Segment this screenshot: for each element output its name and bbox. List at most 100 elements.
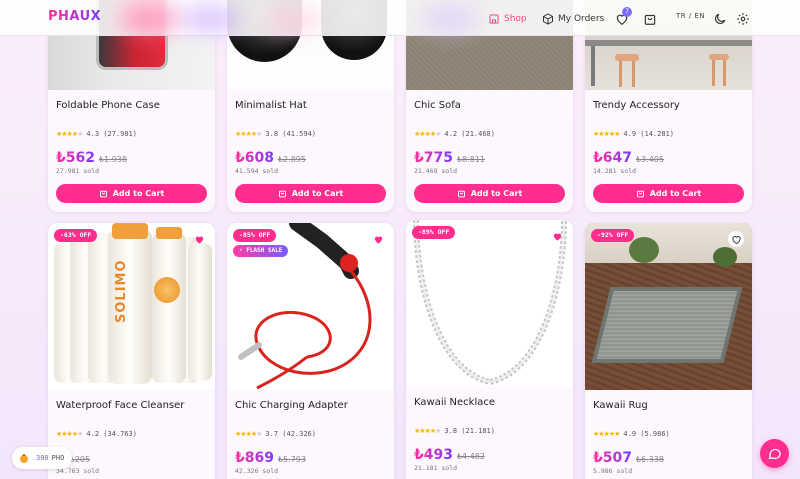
add-to-cart-button[interactable]: Add to Cart — [593, 184, 744, 203]
discount-badge: -63% OFF — [54, 229, 98, 242]
product-sold-count: 41.594 sold — [235, 167, 279, 175]
product-price: ₺869 — [235, 450, 274, 466]
product-rating: ★★★★★ 3.8 (21.181) — [414, 427, 495, 435]
cart-icon — [99, 190, 107, 198]
product-price-row: ₺562 ₺1.938 — [56, 147, 127, 166]
product-sold-count: 14.281 sold — [593, 167, 637, 175]
product-rating: ★★★★★ 4.9 (14.281) — [593, 130, 674, 138]
top-header: PHAUX Shop My Orders 7 TR / EN — [0, 0, 800, 36]
discount-badge: -89% OFF — [412, 226, 456, 239]
product-image[interactable] — [585, 223, 752, 390]
brand-logo[interactable]: PHAUX — [48, 9, 101, 24]
add-to-cart-button[interactable]: Add to Cart — [414, 184, 565, 203]
nav-shop-label: Shop — [504, 14, 527, 24]
product-rating: ★★★★★ 4.2 (21.468) — [414, 130, 495, 138]
gear-icon — [737, 13, 749, 25]
wishlist-toggle[interactable] — [549, 228, 565, 244]
discount-badge: -92% OFF — [591, 229, 635, 242]
settings-button[interactable] — [736, 11, 750, 25]
rating-stars-icon: ★★★★★ — [593, 130, 620, 138]
product-card[interactable]: -92% OFF Kawaii Rug ★★★★★ 4.9 (5.986) ₺50… — [585, 223, 752, 479]
product-price: ₺493 — [414, 447, 453, 463]
header-decoration — [120, 2, 180, 36]
header-decoration — [420, 4, 480, 34]
add-to-cart-button[interactable]: Add to Cart — [56, 184, 207, 203]
rating-stars-icon: ★★★★★ — [56, 430, 83, 438]
product-sold-count: 21.468 sold — [414, 167, 458, 175]
product-price: ₺562 — [56, 150, 95, 166]
wishlist-count-badge: 7 — [622, 7, 632, 17]
product-old-price: ₺6.338 — [635, 455, 664, 464]
coin-unit: PHO — [51, 454, 65, 462]
product-old-price: ₺5.793 — [277, 455, 306, 464]
rating-stars-icon: ★★★★★ — [414, 427, 441, 435]
flash-sale-badge: ⚡ FLASH SALE — [233, 245, 289, 257]
product-title[interactable]: Kawaii Necklace — [414, 397, 495, 408]
rating-stars-icon: ★★★★★ — [593, 430, 620, 438]
product-price-row: ₺869 ₺5.793 — [235, 447, 306, 466]
cart-icon — [636, 190, 644, 198]
product-rating: ★★★★★ 3.7 (42.326) — [235, 430, 316, 438]
product-title[interactable]: Trendy Accessory — [593, 100, 680, 111]
product-rating: ★★★★★ 3.8 (41.594) — [235, 130, 316, 138]
cart-icon — [457, 190, 465, 198]
product-price: ₺775 — [414, 150, 453, 166]
product-price: ₺608 — [235, 150, 274, 166]
coin-balance-value: 300 — [36, 454, 49, 462]
nav-my-orders[interactable]: My Orders — [542, 10, 604, 28]
heart-filled-icon — [195, 236, 203, 244]
heart-outline-icon — [731, 235, 741, 244]
product-card[interactable]: -89% OFF Kawaii Necklace ★★★★★ 3.8 (21.18… — [406, 220, 573, 479]
heart-filled-icon — [553, 233, 561, 241]
product-old-price: ₺3.405 — [635, 155, 664, 164]
product-old-price: ₺4.482 — [456, 452, 485, 461]
product-rating: ★★★★★ 4.3 (27.981) — [56, 130, 137, 138]
product-price-row: ₺775 ₺8.811 — [414, 147, 485, 166]
product-price-row: ₺493 ₺4.482 — [414, 444, 485, 463]
discount-badge: -85% OFF — [233, 229, 277, 242]
product-sold-count: 27.981 sold — [56, 167, 100, 175]
product-title[interactable]: Kawaii Rug — [593, 400, 648, 411]
product-card[interactable]: -85% OFF ⚡ FLASH SALE Chic Charging Adap… — [227, 223, 394, 479]
product-sold-count: 21.181 sold — [414, 464, 458, 472]
coin-bag-icon — [20, 454, 28, 463]
package-icon — [543, 13, 553, 25]
product-sold-count: 5.986 sold — [593, 467, 633, 475]
product-rating: ★★★★★ 4.9 (5.986) — [593, 430, 670, 438]
product-old-price: ₺1.938 — [98, 155, 127, 164]
rating-stars-icon: ★★★★★ — [235, 430, 262, 438]
necklace-illustration — [413, 220, 567, 386]
header-decoration — [180, 4, 240, 34]
product-image[interactable]: SOLIMO — [48, 223, 215, 390]
header-decoration — [262, 6, 322, 34]
store-icon — [489, 14, 499, 24]
product-price-row: ₺647 ₺3.405 — [593, 147, 664, 166]
shopping-bag-icon — [644, 14, 656, 25]
chat-button[interactable] — [760, 439, 789, 468]
product-title[interactable]: Chic Sofa — [414, 100, 461, 111]
product-old-price: ₺8.811 — [456, 155, 485, 164]
product-title[interactable]: Foldable Phone Case — [56, 100, 160, 111]
product-title[interactable]: Waterproof Face Cleanser — [56, 400, 184, 411]
product-image[interactable] — [406, 220, 573, 387]
nav-shop[interactable]: Shop — [488, 10, 527, 28]
product-sold-count: 42.326 sold — [235, 467, 279, 475]
wishlist-toggle[interactable] — [370, 231, 386, 247]
nav-my-orders-label: My Orders — [558, 14, 605, 24]
product-old-price: ₺2.895 — [277, 155, 306, 164]
wishlist-toggle[interactable] — [191, 231, 207, 247]
product-title[interactable]: Chic Charging Adapter — [235, 400, 348, 411]
product-card[interactable]: SOLIMO -63% OFF Waterproof Face Cleanser… — [48, 223, 215, 479]
wishlist-toggle[interactable] — [728, 231, 744, 247]
add-to-cart-button[interactable]: Add to Cart — [235, 184, 386, 203]
product-rating: ★★★★★ 4.2 (34.763) — [56, 430, 137, 438]
coin-balance-pill[interactable]: 300 PHO — [12, 447, 73, 469]
language-switcher[interactable]: TR / EN — [676, 12, 705, 20]
product-title[interactable]: Minimalist Hat — [235, 100, 307, 111]
product-price-row: ₺608 ₺2.895 — [235, 147, 306, 166]
cart-button[interactable] — [643, 11, 657, 25]
product-price: ₺647 — [593, 150, 632, 166]
product-old-price: ₺205 — [69, 455, 91, 464]
theme-toggle-button[interactable] — [713, 11, 727, 25]
product-price-row: ₺507 ₺6.338 — [593, 447, 664, 466]
